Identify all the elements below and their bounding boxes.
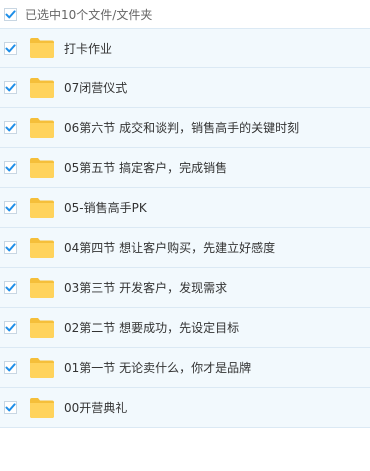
checkmark-icon <box>5 243 16 252</box>
folder-icon <box>30 38 54 58</box>
checkmark-icon <box>5 323 16 332</box>
row-checkbox[interactable] <box>4 41 17 55</box>
folder-icon <box>30 77 54 98</box>
file-row[interactable]: 00开营典礼 <box>0 388 370 428</box>
folder-icon <box>30 357 54 378</box>
checkmark-icon <box>5 363 16 372</box>
file-list: 打卡作业 07闭营仪式 06第六节 成交和谈判，销售高手的关键时刻 05第五节 … <box>0 28 370 428</box>
select-all-checkbox[interactable] <box>4 7 17 21</box>
checkmark-icon <box>5 163 16 172</box>
folder-icon <box>30 237 54 258</box>
folder-icon <box>30 317 54 338</box>
file-name[interactable]: 06第六节 成交和谈判，销售高手的关键时刻 <box>64 119 299 136</box>
select-all-bar: 已选中10个文件/文件夹 <box>0 0 370 28</box>
checkmark-icon <box>5 203 16 212</box>
folder-icon <box>30 117 54 138</box>
checkmark-icon <box>5 43 16 52</box>
file-row[interactable]: 07闭营仪式 <box>0 68 370 108</box>
file-row[interactable]: 05-销售高手PK <box>0 188 370 228</box>
file-row[interactable]: 06第六节 成交和谈判，销售高手的关键时刻 <box>0 108 370 148</box>
row-checkbox[interactable] <box>4 161 17 174</box>
checkmark-icon <box>5 403 16 412</box>
file-name[interactable]: 00开营典礼 <box>64 399 127 416</box>
row-checkbox[interactable] <box>4 241 17 254</box>
file-name[interactable]: 01第一节 无论卖什么，你才是品牌 <box>64 359 251 376</box>
selection-count-label: 已选中10个文件/文件夹 <box>25 7 153 22</box>
folder-icon <box>30 397 54 418</box>
checkmark-icon <box>5 83 16 92</box>
row-checkbox[interactable] <box>4 321 17 334</box>
row-checkbox[interactable] <box>4 201 17 214</box>
file-name[interactable]: 05-销售高手PK <box>64 199 147 216</box>
file-row[interactable]: 05第五节 搞定客户，完成销售 <box>0 148 370 188</box>
folder-icon <box>30 197 54 218</box>
file-row[interactable]: 04第四节 想让客户购买，先建立好感度 <box>0 228 370 268</box>
row-checkbox[interactable] <box>4 81 17 94</box>
row-checkbox[interactable] <box>4 401 17 414</box>
file-row[interactable]: 03第三节 开发客户，发现需求 <box>0 268 370 308</box>
file-name[interactable]: 02第二节 想要成功，先设定目标 <box>64 319 239 336</box>
file-name[interactable]: 05第五节 搞定客户，完成销售 <box>64 159 227 176</box>
checkmark-icon <box>5 9 16 18</box>
file-name[interactable]: 03第三节 开发客户，发现需求 <box>64 279 227 296</box>
file-name[interactable]: 打卡作业 <box>64 40 112 57</box>
file-row[interactable]: 02第二节 想要成功，先设定目标 <box>0 308 370 348</box>
checkmark-icon <box>5 123 16 132</box>
folder-icon <box>30 157 54 178</box>
file-name[interactable]: 04第四节 想让客户购买，先建立好感度 <box>64 239 275 256</box>
row-checkbox[interactable] <box>4 121 17 134</box>
file-row[interactable]: 打卡作业 <box>0 28 370 68</box>
row-checkbox[interactable] <box>4 361 17 374</box>
file-row[interactable]: 01第一节 无论卖什么，你才是品牌 <box>0 348 370 388</box>
checkmark-icon <box>5 283 16 292</box>
folder-icon <box>30 277 54 298</box>
row-checkbox[interactable] <box>4 281 17 294</box>
file-name[interactable]: 07闭营仪式 <box>64 79 127 96</box>
